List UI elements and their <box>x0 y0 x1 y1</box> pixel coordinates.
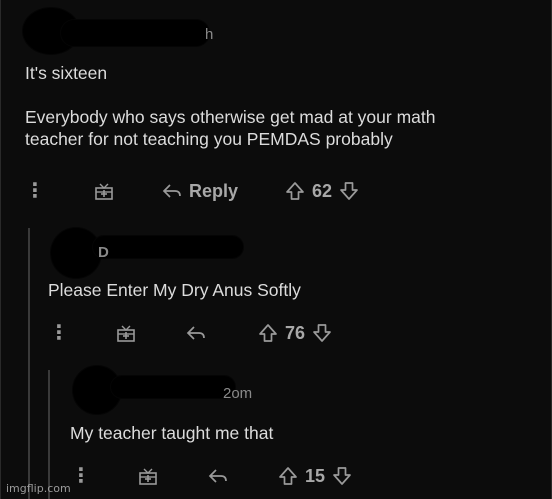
award-icon[interactable] <box>93 180 115 202</box>
reply-label[interactable]: Reply <box>189 181 238 202</box>
comment-body: It's sixteen Everybody who says otherwis… <box>25 62 525 150</box>
award-icon[interactable] <box>137 465 159 487</box>
comment-line <box>25 84 525 106</box>
downvote-icon[interactable] <box>331 465 353 487</box>
reply-button[interactable] <box>207 466 229 486</box>
watermark: imgflip.com <box>6 482 71 495</box>
reply-button[interactable] <box>185 323 207 343</box>
redacted-username <box>61 20 209 46</box>
comment-line: Everybody who says otherwise get mad at … <box>25 107 436 127</box>
upvote-icon[interactable] <box>257 322 279 344</box>
reply-arrow-icon <box>208 469 227 483</box>
comment-line: Please Enter My Dry Anus Softly <box>48 280 301 300</box>
redacted-avatar <box>51 228 101 278</box>
comment-body: My teacher taught me that <box>70 422 520 444</box>
comment-actions: ⋮ Reply 62 <box>25 177 360 205</box>
reply-button[interactable]: Reply <box>161 181 238 202</box>
comment-meta: 2om <box>223 385 253 402</box>
comment-actions: ⋮ 76 <box>49 319 333 347</box>
redacted-username <box>93 236 243 258</box>
vote-score: 15 <box>305 465 326 486</box>
thread-line-level-1[interactable] <box>28 228 30 499</box>
award-icon[interactable] <box>115 322 137 344</box>
vote-score: 76 <box>285 322 306 343</box>
more-options-icon[interactable]: ⋮ <box>71 466 91 486</box>
more-options-icon[interactable]: ⋮ <box>25 181 45 201</box>
comment-meta: D <box>98 244 109 261</box>
more-options-icon[interactable]: ⋮ <box>49 323 69 343</box>
reply-arrow-icon <box>162 184 181 198</box>
reply-arrow-icon <box>186 326 205 340</box>
upvote-icon[interactable] <box>284 180 306 202</box>
comment-actions: ⋮ 15 <box>71 462 353 490</box>
comment-line: My teacher taught me that <box>70 423 274 443</box>
vote-score: 62 <box>312 180 333 201</box>
thread-line-level-2[interactable] <box>48 370 50 499</box>
comment-thread: h It's sixteen Everybody who says otherw… <box>0 0 552 499</box>
downvote-icon[interactable] <box>311 322 333 344</box>
upvote-icon[interactable] <box>277 465 299 487</box>
downvote-icon[interactable] <box>338 180 360 202</box>
comment-line: teacher for not teaching you PEMDAS prob… <box>25 129 393 149</box>
comment-body: Please Enter My Dry Anus Softly <box>48 279 518 301</box>
comment-line: It's sixteen <box>25 63 108 83</box>
comment-meta: h <box>205 26 214 43</box>
redacted-username <box>111 376 235 398</box>
